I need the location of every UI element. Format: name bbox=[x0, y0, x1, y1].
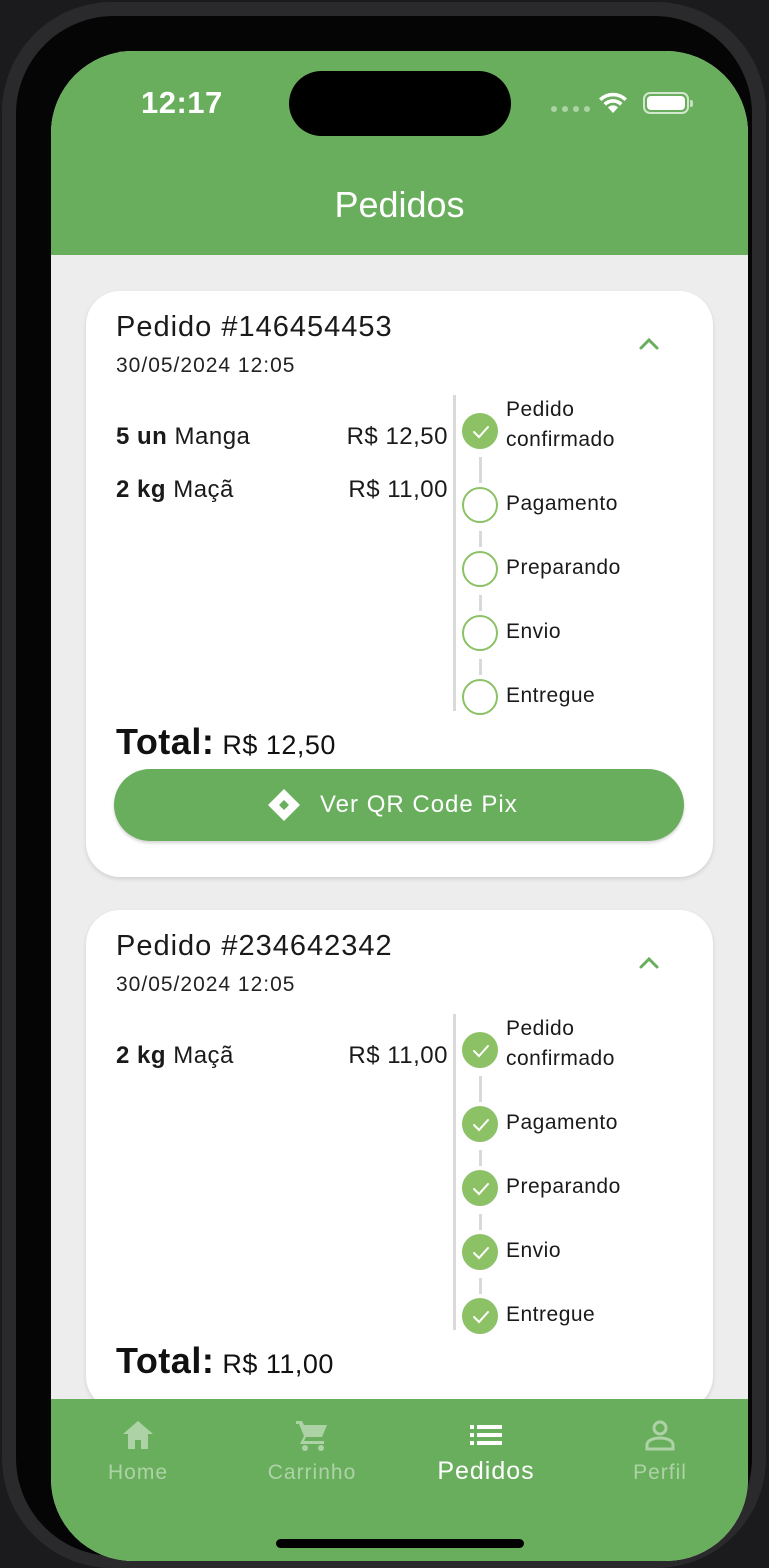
app-header: 12:17 Pedidos bbox=[51, 51, 748, 255]
item-name: Manga bbox=[174, 423, 251, 450]
app-screen: 12:17 Pedidos Pedido #146454453 30/05/20… bbox=[51, 51, 748, 1561]
bottom-navigation: Home Carrinho Pedidos Perfil bbox=[51, 1399, 748, 1561]
nav-item-perfil[interactable]: Perfil bbox=[573, 1399, 747, 1509]
total-value: R$ 11,00 bbox=[222, 1349, 334, 1379]
step-pending-icon bbox=[462, 551, 498, 587]
page-title: Pedidos bbox=[334, 184, 465, 225]
order-total: Total: R$ 12,50 bbox=[116, 721, 336, 763]
total-value: R$ 12,50 bbox=[222, 730, 336, 760]
pix-icon bbox=[268, 789, 300, 821]
phone-bezel: 12:17 Pedidos Pedido #146454453 30/05/20… bbox=[16, 16, 752, 1561]
order-item: 2 kg Maçã R$ 11,00 bbox=[116, 456, 448, 509]
nav-label: Pedidos bbox=[437, 1457, 535, 1485]
nav-label: Carrinho bbox=[267, 1461, 357, 1484]
step-label: Entregue bbox=[506, 1303, 596, 1326]
step-label: Envio bbox=[506, 1239, 562, 1262]
step-connector bbox=[479, 1214, 482, 1230]
order-date: 30/05/2024 12:05 bbox=[116, 354, 296, 377]
step-label: Envio bbox=[506, 620, 562, 643]
step-label: Preparando bbox=[506, 556, 621, 579]
item-name: Maçã bbox=[173, 1042, 234, 1069]
step-connector bbox=[479, 1278, 482, 1294]
step-label: Pagamento bbox=[506, 1111, 618, 1134]
step-connector bbox=[479, 595, 482, 611]
step-connector bbox=[479, 1150, 482, 1166]
person-icon bbox=[645, 1420, 675, 1451]
step-checked-icon bbox=[462, 413, 498, 449]
item-price: R$ 11,00 bbox=[348, 476, 448, 503]
step-label: Entregue bbox=[506, 684, 596, 707]
order-item: 5 un Manga R$ 12,50 bbox=[116, 403, 448, 456]
home-icon bbox=[123, 1421, 153, 1449]
step-connector bbox=[479, 659, 482, 675]
step-checked-icon bbox=[462, 1170, 498, 1206]
status-time: 12:17 bbox=[141, 85, 223, 120]
order-date: 30/05/2024 12:05 bbox=[116, 973, 296, 996]
step-label: Pagamento bbox=[506, 492, 618, 515]
step-label: Pedido confirmado bbox=[506, 398, 615, 451]
step-checked-icon bbox=[462, 1298, 498, 1334]
step-pending-icon bbox=[462, 615, 498, 651]
home-indicator[interactable] bbox=[276, 1539, 524, 1548]
step-label: Pedido confirmado bbox=[506, 1017, 615, 1070]
battery-icon bbox=[643, 92, 693, 114]
view-pix-qr-button[interactable]: Ver QR Code Pix bbox=[114, 769, 684, 841]
item-quantity: 2 kg bbox=[116, 1042, 167, 1069]
nav-item-carrinho[interactable]: Carrinho bbox=[225, 1399, 399, 1509]
list-icon bbox=[470, 1425, 502, 1445]
total-label: Total: bbox=[116, 721, 215, 762]
dynamic-island bbox=[289, 71, 511, 136]
total-label: Total: bbox=[116, 1340, 215, 1381]
timeline-divider bbox=[453, 395, 456, 711]
order-number: Pedido #146454453 bbox=[116, 311, 393, 343]
cellular-signal-icon bbox=[551, 106, 590, 112]
order-items: 5 un Manga R$ 12,50 2 kg Maçã R$ 11,00 bbox=[116, 403, 448, 509]
nav-item-home[interactable]: Home bbox=[51, 1399, 225, 1509]
nav-label: Perfil bbox=[633, 1461, 687, 1484]
step-connector bbox=[479, 531, 482, 547]
step-pending-icon bbox=[462, 487, 498, 523]
order-items: 2 kg Maçã R$ 11,00 bbox=[116, 1022, 448, 1075]
order-card: Pedido #146454453 30/05/2024 12:05 5 un … bbox=[86, 291, 713, 877]
nav-item-pedidos[interactable]: Pedidos bbox=[399, 1399, 573, 1509]
item-price: R$ 11,00 bbox=[348, 1042, 448, 1069]
item-quantity: 5 un bbox=[116, 423, 168, 450]
step-pending-icon bbox=[462, 679, 498, 715]
step-checked-icon bbox=[462, 1234, 498, 1270]
wifi-icon bbox=[599, 92, 627, 113]
order-card: Pedido #234642342 30/05/2024 12:05 2 kg … bbox=[86, 910, 713, 1410]
item-quantity: 2 kg bbox=[116, 476, 167, 503]
order-item: 2 kg Maçã R$ 11,00 bbox=[116, 1022, 448, 1075]
step-label: Preparando bbox=[506, 1175, 621, 1198]
step-connector bbox=[479, 1076, 482, 1102]
phone-frame: 12:17 Pedidos Pedido #146454453 30/05/20… bbox=[2, 2, 766, 1568]
step-checked-icon bbox=[462, 1106, 498, 1142]
nav-label: Home bbox=[107, 1461, 169, 1484]
order-number: Pedido #234642342 bbox=[116, 930, 393, 962]
cart-icon bbox=[296, 1421, 327, 1451]
item-price: R$ 12,50 bbox=[346, 423, 448, 450]
item-name: Maçã bbox=[173, 476, 234, 503]
pix-button-label: Ver QR Code Pix bbox=[320, 791, 518, 818]
step-connector bbox=[479, 457, 482, 483]
timeline-divider bbox=[453, 1014, 456, 1330]
chevron-up-icon[interactable] bbox=[634, 950, 664, 974]
chevron-up-icon[interactable] bbox=[634, 331, 664, 355]
step-checked-icon bbox=[462, 1032, 498, 1068]
order-total: Total: R$ 11,00 bbox=[116, 1340, 334, 1382]
